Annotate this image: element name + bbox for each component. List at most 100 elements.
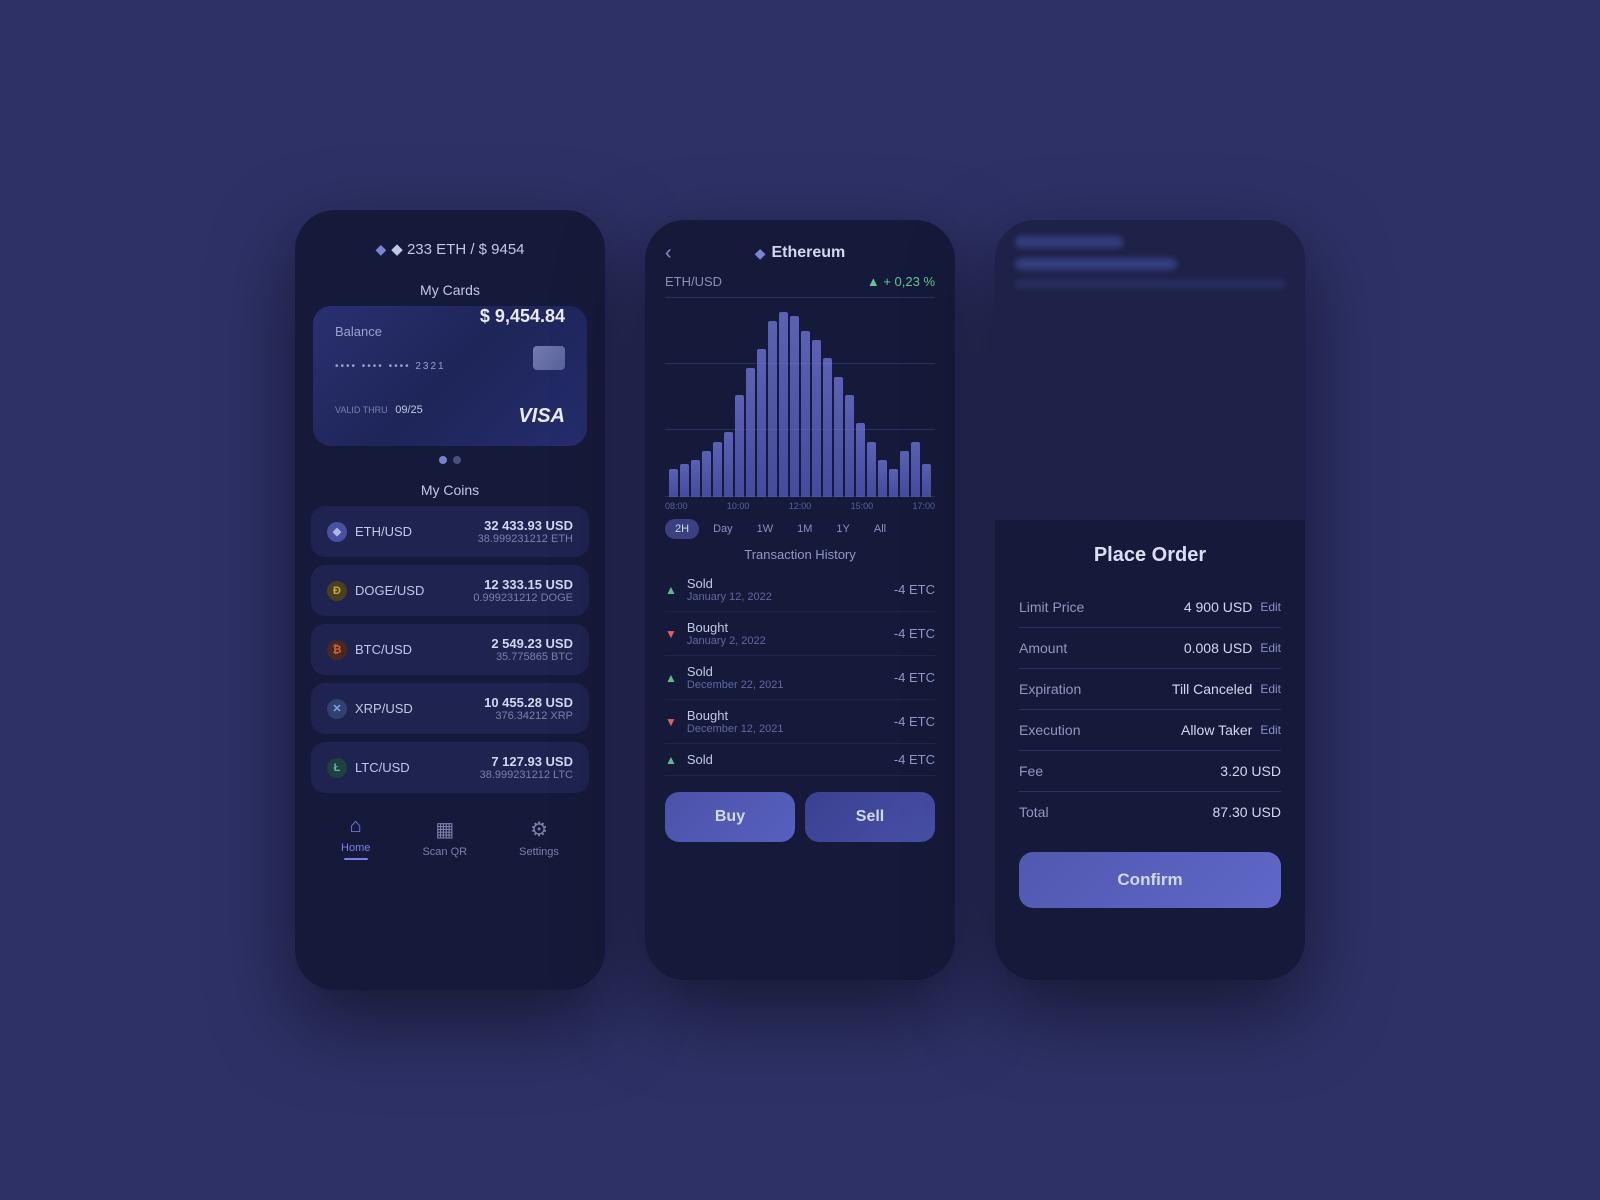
coin-name-doge: Ð DOGE/USD: [327, 581, 424, 601]
card-brand: VISA: [518, 405, 565, 428]
card-valid-label: VALID THRU 09/25: [335, 404, 423, 416]
chart-bar: [713, 442, 722, 498]
chart-bar: [812, 340, 821, 497]
tx-row-1: ▲ Sold January 12, 2022 -4 ETC: [665, 568, 935, 612]
execution-label: Execution: [1019, 722, 1080, 738]
amount-row: Amount 0.008 USD Edit: [1019, 628, 1281, 669]
nav-home[interactable]: ⌂ Home: [341, 815, 370, 860]
coin-title-wrap: ◆ Ethereum: [755, 244, 846, 262]
list-item[interactable]: ✕ XRP/USD 10 455.28 USD 376.34212 XRP: [311, 683, 589, 734]
list-item[interactable]: Ł LTC/USD 7 127.93 USD 38.999231212 LTC: [311, 742, 589, 793]
coin-name-btc: ₿ BTC/USD: [327, 640, 412, 660]
period-tabs: 2H Day 1W 1M 1Y All: [645, 515, 955, 543]
price-change: ▲ + 0,23 %: [867, 274, 935, 289]
chart-bar: [845, 395, 854, 497]
period-day[interactable]: Day: [703, 519, 743, 539]
card-dot-2: [453, 456, 461, 464]
coin-values-xrp: 10 455.28 USD 376.34212 XRP: [484, 695, 573, 722]
amount-edit[interactable]: Edit: [1260, 641, 1281, 655]
tx-type: Sold: [687, 664, 784, 679]
total-label: Total: [1019, 804, 1049, 820]
nav-settings[interactable]: ⚙ Settings: [519, 817, 559, 858]
limit-price-row: Limit Price 4 900 USD Edit: [1019, 587, 1281, 628]
chart-bar: [900, 451, 909, 497]
place-order-section: Place Order Limit Price 4 900 USD Edit A…: [995, 520, 1305, 832]
expiration-label: Expiration: [1019, 681, 1081, 697]
execution-value: Allow Taker: [1181, 722, 1252, 738]
amount-label: Amount: [1019, 640, 1067, 656]
price-chart: $20 000 $15 000 $10 000 $5 000: [665, 297, 935, 497]
coin-title: Ethereum: [771, 244, 845, 262]
period-all[interactable]: All: [864, 519, 896, 539]
xrp-icon: ✕: [327, 699, 347, 719]
period-1y[interactable]: 1Y: [826, 519, 859, 539]
coin-name-eth: ◆ ETH/USD: [327, 522, 412, 542]
period-2h[interactable]: 2H: [665, 519, 699, 539]
down-arrow-icon: ▼: [665, 715, 677, 729]
chart-bar: [867, 442, 876, 498]
card-balance-label: Balance: [335, 324, 382, 339]
tx-amount: -4 ETC: [894, 752, 935, 767]
card-dot-1: [439, 456, 447, 464]
list-item[interactable]: ◆ ETH/USD 32 433.93 USD 38.999231212 ETH: [311, 506, 589, 557]
nav-home-label: Home: [341, 842, 370, 854]
limit-price-label: Limit Price: [1019, 599, 1084, 615]
total-row: Total 87.30 USD: [1019, 792, 1281, 832]
phones-container: ◆ ◆ 233 ETH / $ 9454 My Cards Balance $ …: [295, 210, 1305, 990]
btc-icon: ₿: [327, 640, 347, 660]
doge-icon: Ð: [327, 581, 347, 601]
chart-bar: [834, 377, 843, 497]
coin-values-eth: 32 433.93 USD 38.999231212 ETH: [478, 518, 573, 545]
expiration-edit[interactable]: Edit: [1260, 682, 1281, 696]
place-order-title: Place Order: [1019, 544, 1281, 567]
chart-bar: [691, 460, 700, 497]
chart-bar: [768, 321, 777, 497]
card-chip-icon: [533, 346, 565, 370]
period-1m[interactable]: 1M: [787, 519, 822, 539]
chart-bar: [724, 432, 733, 497]
chart-bar: [779, 312, 788, 497]
my-coins-title: My Coins: [295, 468, 605, 506]
sell-button[interactable]: Sell: [805, 792, 935, 842]
execution-edit[interactable]: Edit: [1260, 723, 1281, 737]
tx-type: Bought: [687, 620, 766, 635]
coin-values-ltc: 7 127.93 USD 38.999231212 LTC: [480, 754, 573, 781]
fee-label: Fee: [1019, 763, 1043, 779]
tx-date: January 12, 2022: [687, 591, 772, 603]
tx-date: December 22, 2021: [687, 679, 784, 691]
nav-settings-label: Settings: [519, 846, 559, 858]
chart-bar: [856, 423, 865, 497]
amount-value: 0.008 USD: [1184, 640, 1252, 656]
eth-diamond-icon: ◆: [375, 241, 386, 258]
qr-icon: ▦: [435, 817, 454, 842]
list-item[interactable]: Ð DOGE/USD 12 333.15 USD 0.999231212 DOG…: [311, 565, 589, 616]
card-pagination: [295, 456, 605, 464]
tx-row-5: ▲ Sold -4 ETC: [665, 744, 935, 776]
card-balance-value: $ 9,454.84: [480, 306, 565, 327]
nav-scan-qr[interactable]: ▦ Scan QR: [422, 817, 467, 858]
list-item[interactable]: ₿ BTC/USD 2 549.23 USD 35.775865 BTC: [311, 624, 589, 675]
buy-button[interactable]: Buy: [665, 792, 795, 842]
chart-bar: [889, 469, 898, 497]
chart-bar: [680, 464, 689, 497]
up-arrow-icon: ▲: [665, 583, 677, 597]
settings-icon: ⚙: [530, 817, 548, 842]
phone-1: ◆ ◆ 233 ETH / $ 9454 My Cards Balance $ …: [295, 210, 605, 990]
period-1w[interactable]: 1W: [747, 519, 784, 539]
eth-header-icon: ◆: [755, 245, 766, 262]
chart-bar: [801, 331, 810, 498]
confirm-button[interactable]: Confirm: [1019, 852, 1281, 908]
tx-type: Bought: [687, 708, 784, 723]
chart-bar: [911, 442, 920, 498]
limit-price-edit[interactable]: Edit: [1260, 600, 1281, 614]
nav-scan-label: Scan QR: [422, 846, 467, 858]
fee-value: 3.20 USD: [1220, 763, 1281, 779]
visa-card: Balance $ 9,454.84 •••• •••• •••• 2321 V…: [313, 306, 587, 446]
chart-bar: [735, 395, 744, 497]
up-arrow-icon: ▲: [665, 671, 677, 685]
p2-header: ‹ ◆ Ethereum: [645, 220, 955, 270]
back-button[interactable]: ‹: [665, 242, 672, 265]
chart-bar: [669, 469, 678, 497]
chart-grid-top: $20 000: [665, 297, 935, 298]
chart-bar: [790, 316, 799, 497]
